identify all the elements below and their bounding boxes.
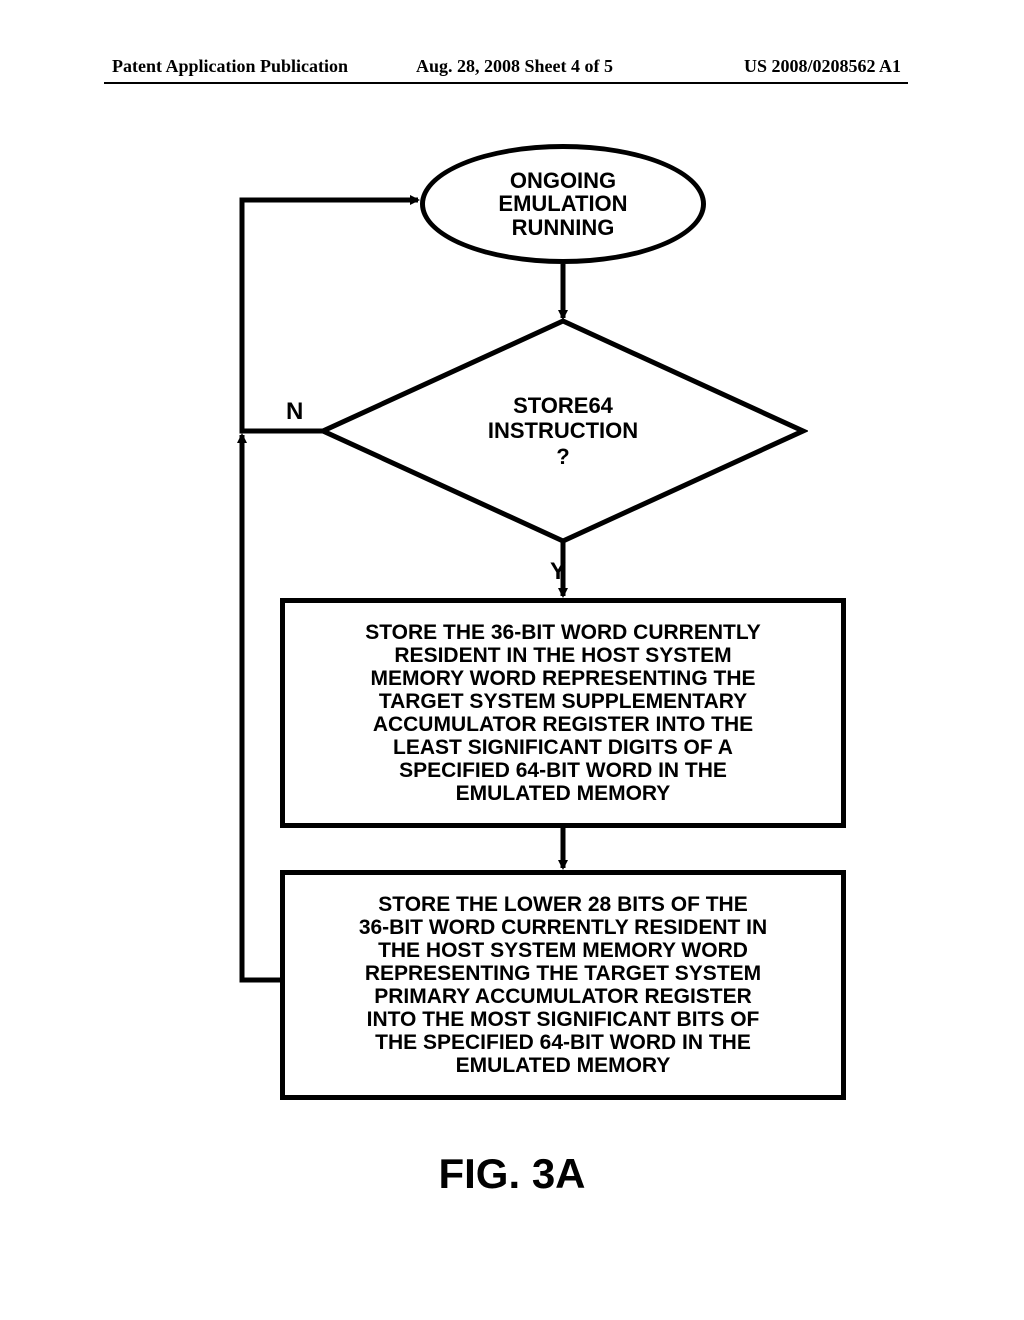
- branch-no-label: N: [286, 398, 303, 426]
- decision-store64: STORE64 INSTRUCTION ?: [318, 316, 808, 546]
- figure: ONGOING EMULATION RUNNING STORE64 INSTRU…: [0, 0, 1024, 1320]
- figure-label: FIG. 3A: [0, 1150, 1024, 1198]
- process-store-primary: STORE THE LOWER 28 BITS OF THE 36-BIT WO…: [280, 870, 846, 1100]
- decision-label: STORE64 INSTRUCTION ?: [318, 316, 808, 546]
- terminator-start: ONGOING EMULATION RUNNING: [420, 144, 706, 264]
- process-store-supplementary: STORE THE 36-BIT WORD CURRENTLY RESIDENT…: [280, 598, 846, 828]
- branch-yes-label: Y: [550, 558, 566, 586]
